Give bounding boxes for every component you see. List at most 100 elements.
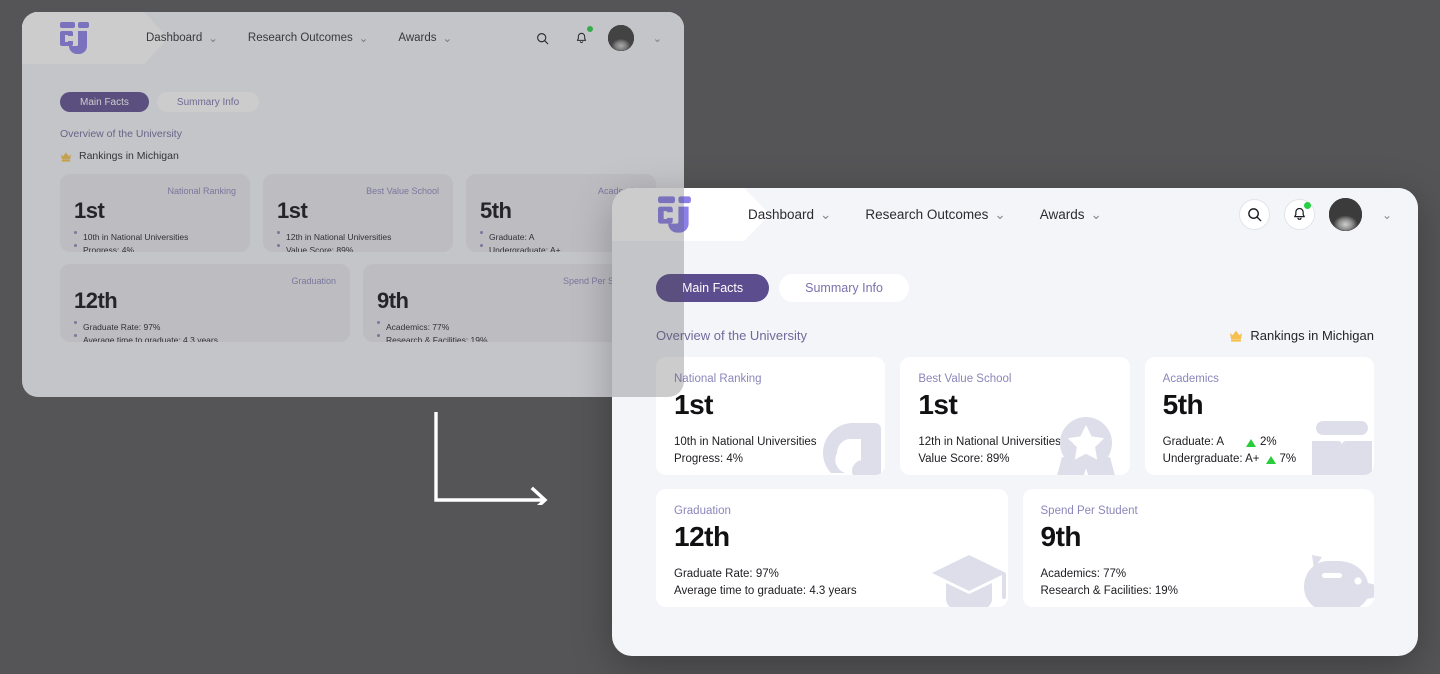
card-value: 5th — [1162, 389, 1204, 420]
back-user-avatar[interactable] — [607, 25, 634, 51]
section-header: Overview of the University Rankings in M… — [656, 328, 1374, 343]
nav-label-dashboard: Dashboard — [748, 207, 815, 222]
rankings-chip: Rankings in Michigan — [1229, 328, 1374, 343]
back-card-value: 12th — [74, 288, 118, 313]
card-national-ranking[interactable]: National Ranking 1st 10th in National Un… — [656, 357, 886, 475]
bell-icon — [577, 32, 587, 43]
chevron-down-icon: ⌄ — [442, 33, 453, 45]
nav-label-awards: Awards — [1039, 207, 1085, 222]
back-tab-label-summary-info: Summary Info — [176, 96, 240, 108]
card-value: 9th — [1040, 521, 1082, 552]
card-line: Graduate Rate: 97% — [674, 568, 779, 580]
back-card-best-value-school[interactable]: Best Value School 1st 12th in National U… — [263, 174, 453, 252]
bullet-icon — [74, 321, 77, 324]
chevron-down-icon[interactable]: ⌄ — [653, 32, 662, 45]
cj-monogram-logo — [658, 196, 691, 233]
back-card-label: National Ranking — [167, 186, 236, 196]
back-tabs: Main Facts Summary Info — [60, 92, 684, 112]
bell-icon — [1294, 207, 1305, 220]
back-section-title: Overview of the University — [60, 128, 182, 140]
card-academics[interactable]: Academics 5th Graduate: A 2% Undergradua… — [1144, 357, 1374, 475]
back-nav-item-awards[interactable]: Awards ⌄ — [398, 31, 452, 45]
back-card-line: Progress: 4% — [74, 244, 236, 252]
crown-icon — [60, 151, 72, 162]
back-card-value: 1st — [277, 198, 308, 223]
card-graduation[interactable]: Graduation 12th Graduate Rate: 97% Avera… — [656, 489, 1008, 607]
bullet-icon — [74, 231, 77, 234]
card-label: Graduation — [674, 505, 731, 517]
cards-row-1: National Ranking 1st 10th in National Un… — [656, 357, 1374, 475]
chevron-down-icon[interactable]: ⌄ — [1382, 208, 1392, 222]
back-card-line: 12th in National Universities — [277, 231, 439, 244]
bullet-icon — [377, 321, 380, 324]
nav-label-research-outcomes: Research Outcomes — [865, 207, 989, 222]
back-nav-label-dashboard: Dashboard — [146, 32, 203, 44]
card-line-delta: 2% — [1246, 434, 1277, 451]
back-nav-label-research-outcomes: Research Outcomes — [247, 32, 353, 44]
back-card-line: Graduate Rate: 97% — [74, 321, 336, 334]
back-nav-item-research-outcomes[interactable]: Research Outcomes ⌄ — [248, 31, 368, 45]
back-card-national-ranking[interactable]: National Ranking 1st 10th in National Un… — [60, 174, 250, 252]
back-card-label: Best Value School — [366, 186, 439, 196]
back-topbar: Dashboard ⌄ Research Outcomes ⌄ Awards ⌄ — [22, 12, 684, 64]
main-app-window: Dashboard ⌄ Research Outcomes ⌄ Awards ⌄ — [612, 188, 1418, 656]
back-card-line: Research & Facilities: 19% — [377, 334, 639, 342]
back-card-line-text: Academics: 77% — [386, 322, 450, 332]
view-tabs: Main Facts Summary Info — [656, 274, 1418, 302]
flow-arrow — [434, 412, 548, 505]
app-logo[interactable] — [612, 196, 720, 233]
back-card-graduation[interactable]: Graduation 12th Graduate Rate: 97% Avera… — [60, 264, 350, 342]
card-line-delta: 7% — [1265, 451, 1297, 468]
chevron-down-icon: ⌄ — [208, 33, 218, 45]
crown-icon — [1230, 330, 1243, 342]
card-label: National Ranking — [674, 373, 762, 385]
tab-summary-info[interactable]: Summary Info — [779, 274, 909, 302]
nav-item-dashboard[interactable]: Dashboard ⌄ — [748, 207, 831, 223]
back-nav-label-awards: Awards — [398, 32, 437, 44]
back-tab-label-main-facts: Main Facts — [80, 96, 129, 108]
card-label: Academics — [1162, 373, 1219, 385]
card-line: Average time to graduate: 4.3 years — [674, 585, 857, 597]
cards-row-2: Graduation 12th Graduate Rate: 97% Avera… — [656, 489, 1374, 607]
tab-main-facts[interactable]: Main Facts — [656, 274, 770, 302]
delta-value: 7% — [1279, 453, 1297, 465]
card-line: Value Score: 89% — [918, 453, 1010, 465]
back-tab-main-facts[interactable]: Main Facts — [60, 92, 149, 112]
topbar-actions: ⌄ — [1238, 198, 1392, 231]
back-search-button[interactable] — [530, 25, 556, 51]
back-card-spend-per-student[interactable]: Spend Per Student 9th Academics: 77% Res… — [363, 264, 653, 342]
search-button[interactable] — [1238, 199, 1270, 230]
rankings-label: Rankings in Michigan — [1250, 328, 1374, 343]
card-line-text: Graduate: A — [1162, 436, 1225, 448]
background-app-window: Dashboard ⌄ Research Outcomes ⌄ Awards ⌄ — [22, 12, 684, 397]
avatar-image — [607, 25, 634, 51]
back-card-lines: Academics: 77% Research & Facilities: 19… — [377, 321, 639, 342]
card-lines: 12th in National Universities Value Scor… — [918, 434, 1111, 468]
avatar-image — [1328, 198, 1362, 231]
card-value: 1st — [674, 389, 713, 420]
card-label: Spend Per Student — [1040, 505, 1138, 517]
back-logo[interactable] — [22, 22, 122, 54]
back-nav-item-dashboard[interactable]: Dashboard ⌄ — [146, 31, 218, 45]
back-card-line: Average time to graduate: 4.3 years — [74, 334, 336, 342]
search-icon — [537, 32, 549, 44]
trending-up-icon — [1246, 438, 1257, 447]
trending-up-icon — [1265, 455, 1276, 464]
nav-item-research-outcomes[interactable]: Research Outcomes ⌄ — [865, 207, 1005, 223]
card-best-value-school[interactable]: Best Value School 1st 12th in National U… — [900, 357, 1130, 475]
card-line: Academics: 77% — [1040, 568, 1127, 580]
tab-label-summary-info: Summary Info — [805, 281, 883, 295]
back-nav: Dashboard ⌄ Research Outcomes ⌄ Awards ⌄ — [146, 31, 452, 45]
notifications-button[interactable] — [1283, 199, 1315, 230]
bullet-icon — [277, 231, 280, 234]
back-tab-summary-info[interactable]: Summary Info — [156, 92, 260, 112]
back-card-line-text: Undergraduate: A+ — [489, 245, 561, 252]
chevron-down-icon: ⌄ — [820, 206, 832, 222]
back-card-lines: 12th in National Universities Value Scor… — [277, 231, 439, 252]
card-spend-per-student[interactable]: Spend Per Student 9th Academics: 77% Res… — [1022, 489, 1374, 607]
back-card-value: 1st — [74, 198, 105, 223]
user-avatar[interactable] — [1328, 198, 1362, 231]
nav-item-awards[interactable]: Awards ⌄ — [1040, 207, 1102, 223]
back-notifications-button[interactable] — [569, 25, 595, 51]
bullet-icon — [377, 334, 380, 337]
